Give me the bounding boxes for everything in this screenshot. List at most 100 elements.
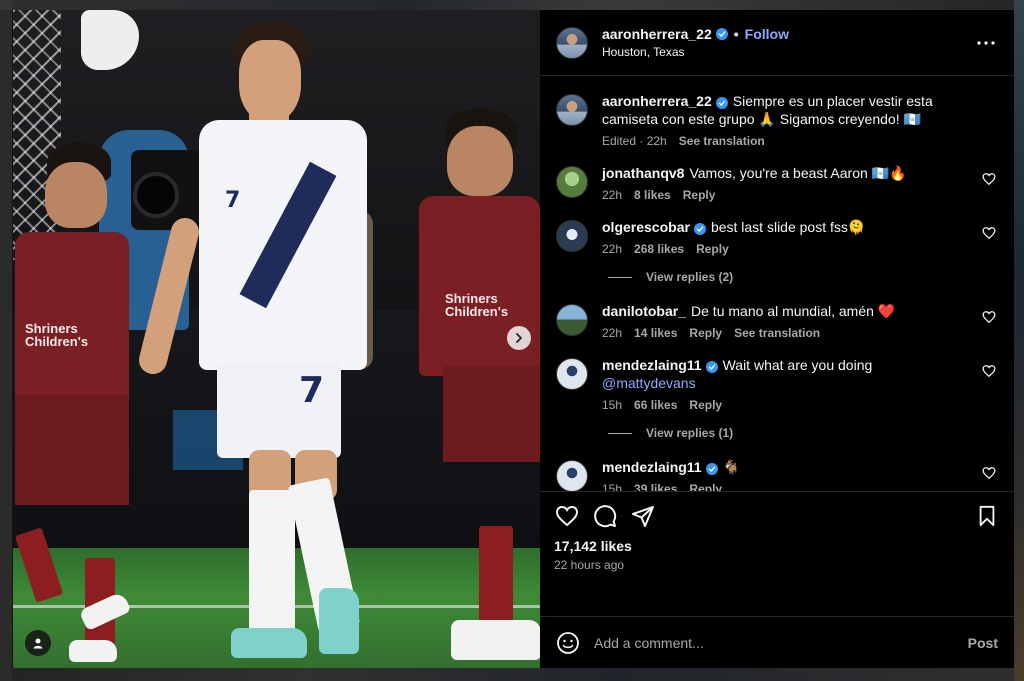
comment-body: olgerescobar best last slide post fss🫠 22… <box>602 218 998 256</box>
heart-icon[interactable] <box>982 172 996 186</box>
heart-icon <box>555 505 579 527</box>
comment-reply-button[interactable]: Reply <box>689 482 722 491</box>
comment-meta: 15h 66 likes Reply <box>602 398 968 412</box>
player-shorts-number: 7 <box>299 370 325 411</box>
comment-text-row: olgerescobar best last slide post fss🫠 <box>602 218 968 236</box>
heart-icon[interactable] <box>982 226 996 240</box>
comment-button[interactable] <box>592 503 618 529</box>
caption-edited: Edited · 22h <box>602 134 667 148</box>
comment-reply-button[interactable]: Reply <box>696 242 729 256</box>
comment-meta: 15h 39 likes Reply <box>602 482 968 491</box>
post-modal: Shriners Children's Shriners Children's <box>13 10 1014 668</box>
comment-text: De tu mano al mundial, amén ❤️ <box>691 303 896 319</box>
commenter-avatar[interactable] <box>556 220 588 252</box>
caption-see-translation[interactable]: See translation <box>679 134 765 148</box>
photo-scene: Shriners Children's Shriners Children's <box>13 10 540 668</box>
commenter-avatar[interactable] <box>556 460 588 491</box>
comment-item: mendezlaing11 Wait what are you doing @ma… <box>556 356 998 412</box>
kid-right-shirt-text: Shriners Children's <box>445 291 509 319</box>
comment-time: 22h <box>602 326 623 340</box>
comments-list[interactable]: aaronherrera_22 Siempre es un placer vest… <box>540 76 1014 491</box>
post-header: aaronherrera_22 • Follow Houston, Texas <box>540 10 1014 76</box>
comment-likes[interactable]: 268 likes <box>634 242 684 256</box>
post-location[interactable]: Houston, Texas <box>602 45 974 59</box>
comment-likes[interactable]: 39 likes <box>634 482 677 491</box>
commenter-avatar[interactable] <box>556 304 588 336</box>
comment-likes[interactable]: 8 likes <box>634 188 671 202</box>
verified-badge-icon <box>715 28 728 40</box>
backdrop-strip-bottom <box>0 668 1024 681</box>
view-replies-button[interactable]: View replies (1) <box>608 426 998 440</box>
more-options-button[interactable] <box>974 31 998 55</box>
comment-likes[interactable]: 14 likes <box>634 326 677 340</box>
post-comment-button[interactable]: Post <box>968 635 998 651</box>
tagged-users-button[interactable] <box>25 630 51 656</box>
comment-input[interactable] <box>594 634 968 651</box>
kid-right-sock <box>479 526 513 626</box>
heart-icon[interactable] <box>982 466 996 480</box>
author-username[interactable]: aaronherrera_22 <box>602 26 712 42</box>
comment-time: 22h <box>602 188 623 202</box>
comment-body: jonathanqv8 Vamos, you're a beast Aaron 🇬… <box>602 164 998 202</box>
comment-text: Vamos, you're a beast Aaron 🇬🇹🔥 <box>689 165 907 181</box>
comment-text: best last slide post fss🫠 <box>710 219 866 235</box>
heart-icon[interactable] <box>982 364 996 378</box>
caption-username[interactable]: aaronherrera_22 <box>602 93 712 109</box>
author-row: aaronherrera_22 • Follow <box>602 26 974 42</box>
caption-text-row: aaronherrera_22 Siempre es un placer vest… <box>602 92 968 128</box>
comment-username[interactable]: mendezlaing11 <box>602 459 702 475</box>
player-sock-left <box>249 490 295 640</box>
comment-reply-button[interactable]: Reply <box>683 188 716 202</box>
verified-badge-icon <box>705 463 718 475</box>
author-meta: aaronherrera_22 • Follow Houston, Texas <box>602 26 974 59</box>
caption-avatar[interactable] <box>556 94 588 126</box>
comment-username[interactable]: olgerescobar <box>602 219 690 235</box>
comment-see-translation[interactable]: See translation <box>734 326 820 340</box>
post-media[interactable]: Shriners Children's Shriners Children's <box>13 10 540 668</box>
author-avatar[interactable] <box>556 26 588 59</box>
verified-badge-icon <box>693 223 706 235</box>
comment-username[interactable]: jonathanqv8 <box>602 165 684 181</box>
post-timestamp: 22 hours ago <box>554 558 625 572</box>
chevron-right-icon <box>516 333 522 343</box>
comment-username[interactable]: mendezlaing11 <box>602 357 702 373</box>
caption-body: aaronherrera_22 Siempre es un placer vest… <box>602 92 998 148</box>
post-actions: 17,142 likes 22 hours ago <box>540 491 1014 616</box>
comment-text: Wait what are you doing <box>722 357 873 373</box>
comment-time: 15h <box>602 398 623 412</box>
post-side-panel: aaronherrera_22 • Follow Houston, Texas <box>540 10 1014 668</box>
comment-item: danilotobar_ De tu mano al mundial, amén … <box>556 302 998 340</box>
comment-time: 15h <box>602 482 623 491</box>
kid-right-shoe <box>451 620 540 660</box>
save-button[interactable] <box>974 503 1000 529</box>
kid-left-shirt-text: Shriners Children's <box>25 321 89 349</box>
likes-count[interactable]: 17,142 likes <box>554 538 1000 554</box>
view-replies-line <box>608 276 632 278</box>
kid-left-head <box>45 162 107 228</box>
comment-icon <box>594 505 617 528</box>
share-button[interactable] <box>630 503 656 529</box>
comment-text-row: jonathanqv8 Vamos, you're a beast Aaron 🇬… <box>602 164 968 182</box>
backdrop-strip-right <box>1014 0 1024 681</box>
heart-icon[interactable] <box>982 310 996 324</box>
player-boot-right <box>319 588 359 654</box>
comment-composer: Post <box>540 616 1014 668</box>
comment-reply-button[interactable]: Reply <box>689 398 722 412</box>
comment-username[interactable]: danilotobar_ <box>602 303 686 319</box>
follow-button[interactable]: Follow <box>745 26 789 42</box>
verified-badge-icon <box>715 97 728 109</box>
camera-lens <box>133 172 179 218</box>
comment-item: jonathanqv8 Vamos, you're a beast Aaron 🇬… <box>556 164 998 202</box>
like-button[interactable] <box>554 503 580 529</box>
kid-left-shorts <box>15 395 129 505</box>
comment-likes[interactable]: 66 likes <box>634 398 677 412</box>
emoji-icon[interactable] <box>556 631 580 655</box>
view-replies-button[interactable]: View replies (2) <box>608 270 998 284</box>
mention-link[interactable]: @mattydevans <box>602 375 696 391</box>
commenter-avatar[interactable] <box>556 358 588 390</box>
commenter-avatar[interactable] <box>556 166 588 198</box>
comment-reply-button[interactable]: Reply <box>689 326 722 340</box>
comment-text-row: mendezlaing11 Wait what are you doing @ma… <box>602 356 968 392</box>
next-slide-button[interactable] <box>507 326 531 350</box>
caption-meta: Edited · 22h See translation <box>602 134 968 148</box>
